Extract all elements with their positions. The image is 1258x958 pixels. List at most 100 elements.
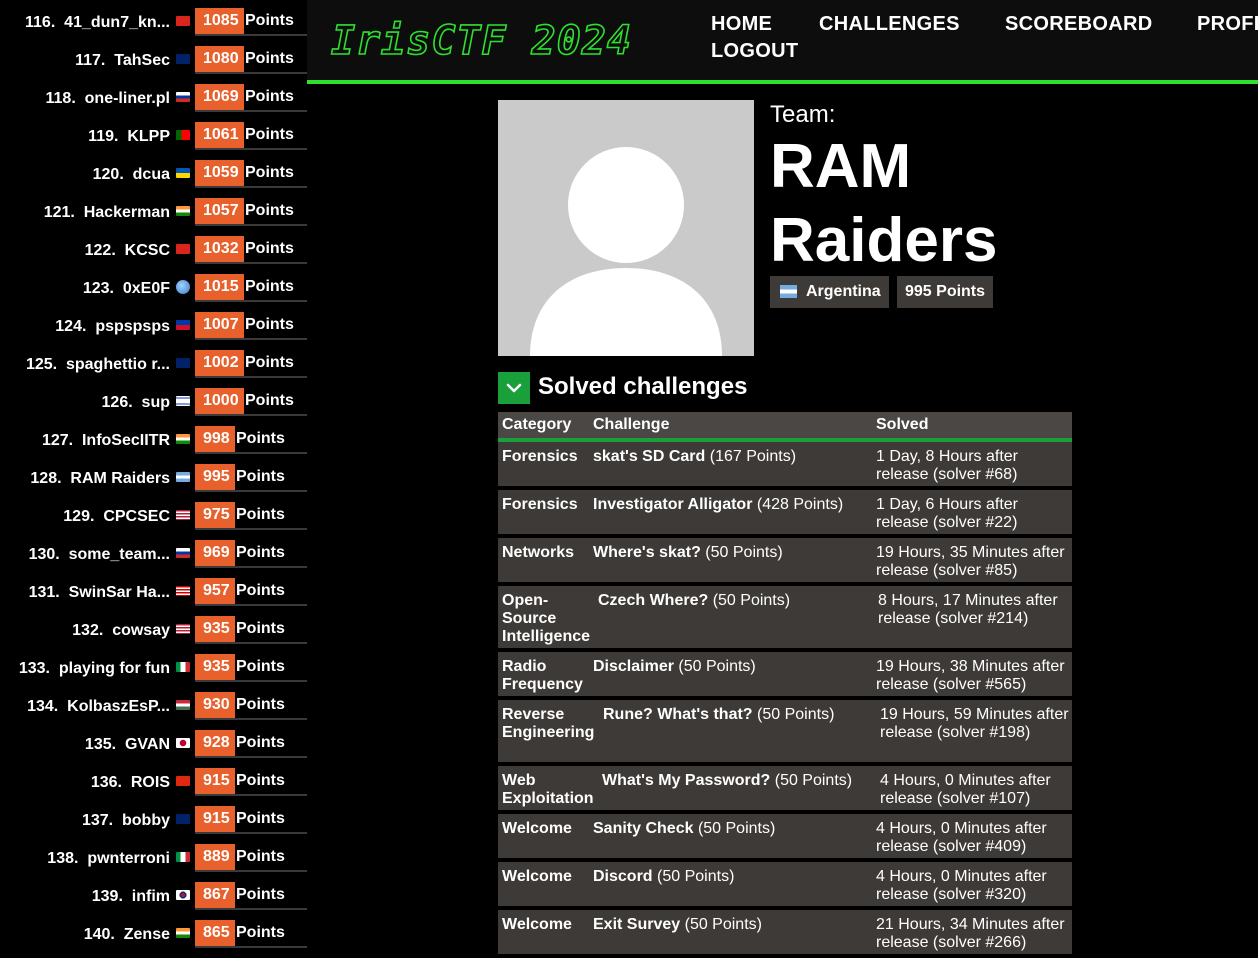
team-rank-name[interactable]: 117. TahSec	[75, 52, 170, 70]
team-rank-name[interactable]: 124. pspspsps	[55, 318, 170, 336]
team-score: 1007 Points	[195, 312, 307, 340]
scoreboard-row[interactable]: 120. dcua 1059 Points	[0, 152, 307, 190]
nav-profile[interactable]: PROFILE	[1197, 13, 1258, 36]
team-name-link[interactable]: ROIS	[131, 774, 170, 791]
challenge-name[interactable]: Sanity Check	[593, 820, 693, 837]
chevron-down-icon[interactable]	[498, 372, 530, 404]
team-name-link[interactable]: KCSC	[125, 242, 170, 259]
team-name-link[interactable]: CPCSEC	[103, 508, 170, 525]
scoreboard-row[interactable]: 138. pwnterroni 889 Points	[0, 836, 307, 874]
scoreboard-row[interactable]: 128. RAM Raiders 995 Points	[0, 456, 307, 494]
scoreboard-row[interactable]: 133. playing for fun 935 Points	[0, 646, 307, 684]
team-name-link[interactable]: infim	[132, 888, 170, 905]
nav-scoreboard[interactable]: SCOREBOARD	[1005, 13, 1152, 36]
team-rank-name[interactable]: 140. Zense	[84, 926, 170, 944]
team-name-link[interactable]: KLPP	[127, 128, 170, 145]
team-name-link[interactable]: KolbaszEsP...	[67, 698, 170, 715]
scoreboard-row[interactable]: 125. spaghettio r... 1002 Points	[0, 342, 307, 380]
challenge-name[interactable]: Czech Where?	[598, 592, 708, 609]
team-rank-name[interactable]: 127. InfoSecIITR	[42, 432, 170, 450]
team-rank-name[interactable]: 118. one-liner.pl	[46, 90, 171, 108]
scoreboard-row[interactable]: 135. GVAN 928 Points	[0, 722, 307, 760]
challenge-name[interactable]: Disclaimer	[593, 658, 674, 675]
team-rank-name[interactable]: 137. bobby	[82, 812, 170, 830]
scoreboard-row[interactable]: 139. infim 867 Points	[0, 874, 307, 912]
team-rank-name[interactable]: 136. ROIS	[91, 774, 170, 792]
team-rank-name[interactable]: 135. GVAN	[85, 736, 170, 754]
nav-challenges[interactable]: CHALLENGES	[819, 13, 960, 36]
team-rank-name[interactable]: 132. cowsay	[72, 622, 170, 640]
team-name-link[interactable]: pspspsps	[95, 318, 170, 335]
scoreboard-row[interactable]: 119. KLPP 1061 Points	[0, 114, 307, 152]
solved-time: 19 Hours, 38 Minutes after release (solv…	[876, 658, 1065, 693]
team-name-link[interactable]: spaghettio r...	[66, 356, 170, 373]
scoreboard-row[interactable]: 129. CPCSEC 975 Points	[0, 494, 307, 532]
team-name-link[interactable]: one-liner.pl	[85, 90, 170, 107]
team-rank-name[interactable]: 122. KCSC	[85, 242, 170, 260]
challenge-name[interactable]: Exit Survey	[593, 916, 680, 933]
team-rank-name[interactable]: 138. pwnterroni	[47, 850, 170, 868]
team-name-link[interactable]: bobby	[122, 812, 170, 829]
team-name-link[interactable]: RAM Raiders	[70, 470, 170, 487]
team-rank-name[interactable]: 123. 0xE0F	[83, 280, 170, 298]
scoreboard-row[interactable]: 137. bobby 915 Points	[0, 798, 307, 836]
solved-challenges-header[interactable]: Solved challenges	[498, 372, 1072, 404]
team-rank-name[interactable]: 125. spaghettio r...	[26, 356, 170, 374]
team-name-link[interactable]: 41_dun7_kn...	[64, 14, 170, 31]
team-name-link[interactable]: some_team...	[69, 546, 170, 563]
team-rank-name[interactable]: 129. CPCSEC	[63, 508, 170, 526]
team-rank-name[interactable]: 133. playing for fun	[19, 660, 170, 678]
team-rank-name[interactable]: 128. RAM Raiders	[30, 470, 170, 488]
team-name-link[interactable]: playing for fun	[59, 660, 170, 677]
scoreboard-row[interactable]: 123. 0xE0F 1015 Points	[0, 266, 307, 304]
scoreboard-row[interactable]: 116. 41_dun7_kn... 1085 Points	[0, 0, 307, 38]
team-name-link[interactable]: cowsay	[112, 622, 170, 639]
scoreboard-row[interactable]: 130. some_team... 969 Points	[0, 532, 307, 570]
team-name-link[interactable]: GVAN	[125, 736, 170, 753]
team-name-link[interactable]: dcua	[133, 166, 170, 183]
challenge-name[interactable]: Discord	[593, 868, 653, 885]
scoreboard-row[interactable]: 131. SwinSar Ha... 957 Points	[0, 570, 307, 608]
team-name-link[interactable]: pwnterroni	[87, 850, 170, 867]
team-rank-name[interactable]: 120. dcua	[93, 166, 170, 184]
team-name-link[interactable]: Zense	[124, 926, 170, 943]
scoreboard-row[interactable]: 136. ROIS 915 Points	[0, 760, 307, 798]
challenge-category: Networks	[502, 544, 575, 561]
scoreboard-row[interactable]: 127. InfoSecIITR 998 Points	[0, 418, 307, 456]
team-rank-name[interactable]: 126. sup	[102, 394, 170, 412]
team-name-link[interactable]: SwinSar Ha...	[69, 584, 170, 601]
challenge-name[interactable]: Investigator Alligator	[593, 496, 752, 513]
team-rank-name[interactable]: 131. SwinSar Ha...	[29, 584, 170, 602]
team-rank-name[interactable]: 121. Hackerman	[44, 204, 170, 222]
points-label: Points	[236, 506, 285, 523]
site-logo[interactable]: IrisCTF 2024	[329, 14, 669, 64]
team-rank-name[interactable]: 139. infim	[92, 888, 170, 906]
scoreboard-row[interactable]: 122. KCSC 1032 Points	[0, 228, 307, 266]
challenge-name[interactable]: Where's skat?	[593, 544, 701, 561]
scoreboard-row[interactable]: 140. Zense 865 Points	[0, 912, 307, 950]
team-rank-name[interactable]: 134. KolbaszEsP...	[27, 698, 170, 716]
scoreboard-row[interactable]: 132. cowsay 935 Points	[0, 608, 307, 646]
scoreboard-row[interactable]: 126. sup 1000 Points	[0, 380, 307, 418]
team-name-link[interactable]: sup	[142, 394, 170, 411]
team-name-link[interactable]: InfoSecIITR	[82, 432, 170, 449]
challenge-category: Reverse Engineering	[502, 706, 595, 741]
nav-home[interactable]: HOME	[711, 13, 772, 36]
team-rank-name[interactable]: 119. KLPP	[88, 128, 170, 146]
argentina-flag-icon	[780, 285, 797, 298]
scoreboard-row[interactable]: 134. KolbaszEsP... 930 Points	[0, 684, 307, 722]
challenge-name[interactable]: skat's SD Card	[593, 448, 705, 465]
team-name-link[interactable]: 0xE0F	[123, 280, 170, 297]
challenge-name[interactable]: What's My Password?	[602, 772, 770, 789]
team-name-link[interactable]: Hackerman	[84, 204, 170, 221]
scoreboard-row[interactable]: 121. Hackerman 1057 Points	[0, 190, 307, 228]
nav-logout[interactable]: LOGOUT	[711, 40, 798, 63]
challenge-name[interactable]: Rune? What's that?	[603, 706, 753, 723]
team-name-link[interactable]: TahSec	[114, 52, 170, 69]
scoreboard-row[interactable]: 124. pspspsps 1007 Points	[0, 304, 307, 342]
team-rank-name[interactable]: 130. some_team...	[29, 546, 170, 564]
team-rank-name[interactable]: 116. 41_dun7_kn...	[25, 14, 170, 32]
scoreboard-row[interactable]: 117. TahSec 1080 Points	[0, 38, 307, 76]
scoreboard-row[interactable]: 118. one-liner.pl 1069 Points	[0, 76, 307, 114]
flag-icon	[176, 548, 190, 558]
